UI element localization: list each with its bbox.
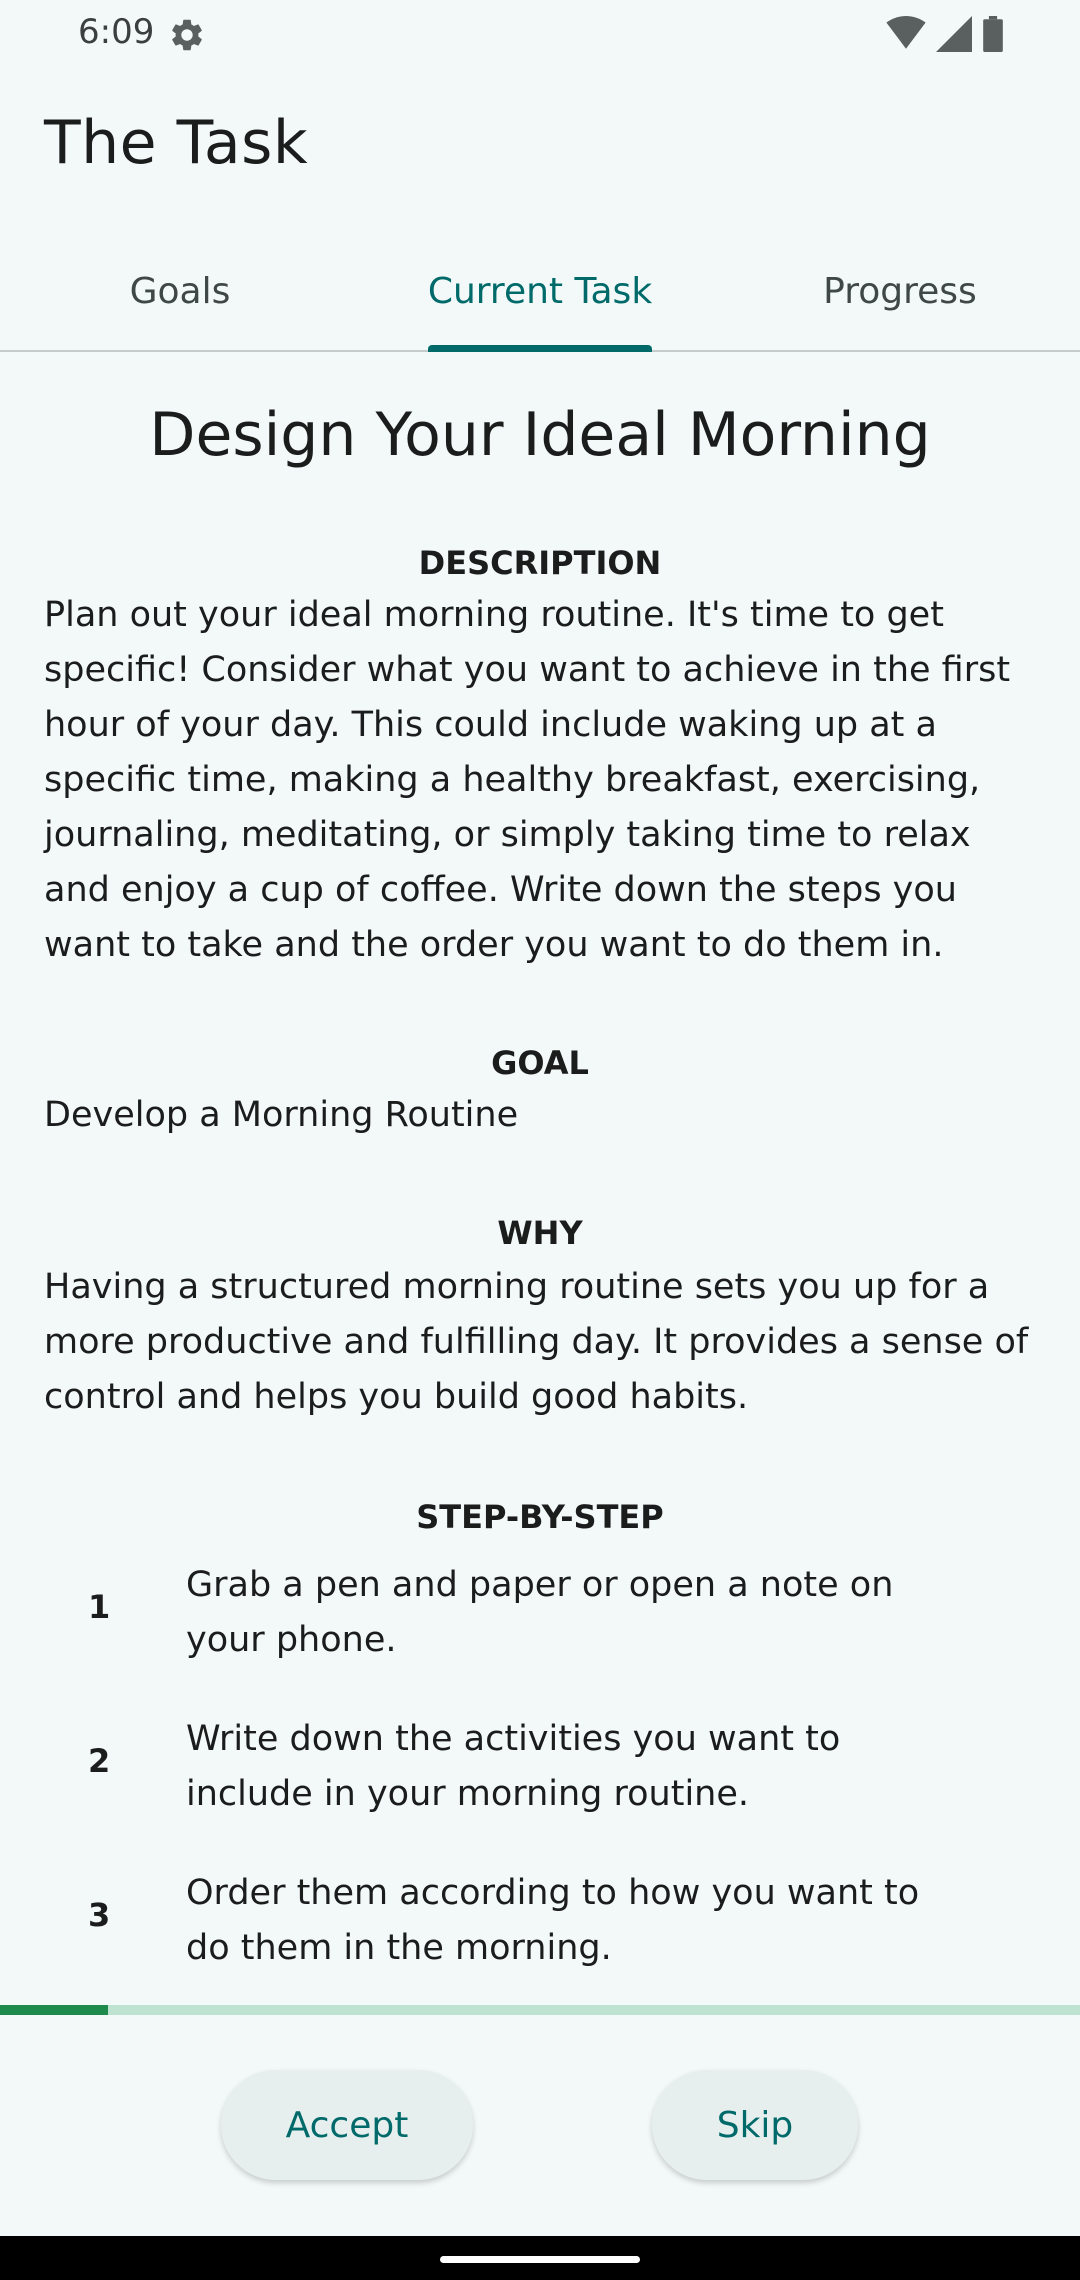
- task-title: Design Your Ideal Morning: [149, 400, 931, 470]
- status-time: 6:09: [78, 12, 155, 52]
- tab-indicator: [428, 345, 652, 352]
- task-content[interactable]: Design Your Ideal Morning DESCRIPTION Pl…: [0, 352, 1080, 2002]
- status-bar: 6:09: [0, 0, 1080, 70]
- goal-text: Develop a Morning Routine: [44, 1095, 519, 1135]
- step-number: 1: [88, 1588, 111, 1626]
- why-text: Having a structured morning routine sets…: [44, 1267, 1029, 1417]
- tab-goals[interactable]: Goals: [0, 232, 360, 350]
- task-progress-bar: [0, 2005, 1080, 2015]
- status-icons: [886, 16, 1004, 52]
- tab-progress[interactable]: Progress: [720, 232, 1080, 350]
- app-title: The Task: [44, 108, 309, 178]
- step-text: Write down the activities you want to in…: [186, 1719, 841, 1814]
- tab-progress-label: Progress: [823, 270, 977, 312]
- tab-bar: Goals Current Task Progress: [0, 232, 1080, 352]
- screen: 6:09 The Task Goals Current Task Progres…: [0, 0, 1080, 2280]
- task-progress-fill: [0, 2005, 108, 2015]
- gear-icon: [172, 19, 202, 51]
- home-handle[interactable]: [440, 2256, 640, 2263]
- wifi-icon: [886, 16, 926, 49]
- description-text: Plan out your ideal morning routine. It'…: [44, 595, 1011, 965]
- tab-goals-label: Goals: [129, 270, 231, 312]
- step-text: Order them according to how you want to …: [186, 1873, 920, 1968]
- battery-icon: [983, 16, 1003, 52]
- why-heading: WHY: [497, 1214, 583, 1252]
- description-heading: DESCRIPTION: [418, 544, 662, 582]
- tab-current-task[interactable]: Current Task: [360, 232, 720, 352]
- skip-button[interactable]: Skip: [652, 2070, 858, 2180]
- accept-button[interactable]: Accept: [221, 2070, 473, 2180]
- steps-heading: STEP-BY-STEP: [416, 1498, 664, 1536]
- tab-current-task-label: Current Task: [427, 270, 653, 312]
- step-number: 2: [88, 1742, 111, 1780]
- system-nav-bar: [0, 2236, 1080, 2280]
- goal-heading: GOAL: [491, 1044, 589, 1082]
- signal-icon: [936, 16, 972, 52]
- step-text: Grab a pen and paper or open a note on y…: [186, 1565, 894, 1660]
- step-number: 3: [88, 1896, 111, 1934]
